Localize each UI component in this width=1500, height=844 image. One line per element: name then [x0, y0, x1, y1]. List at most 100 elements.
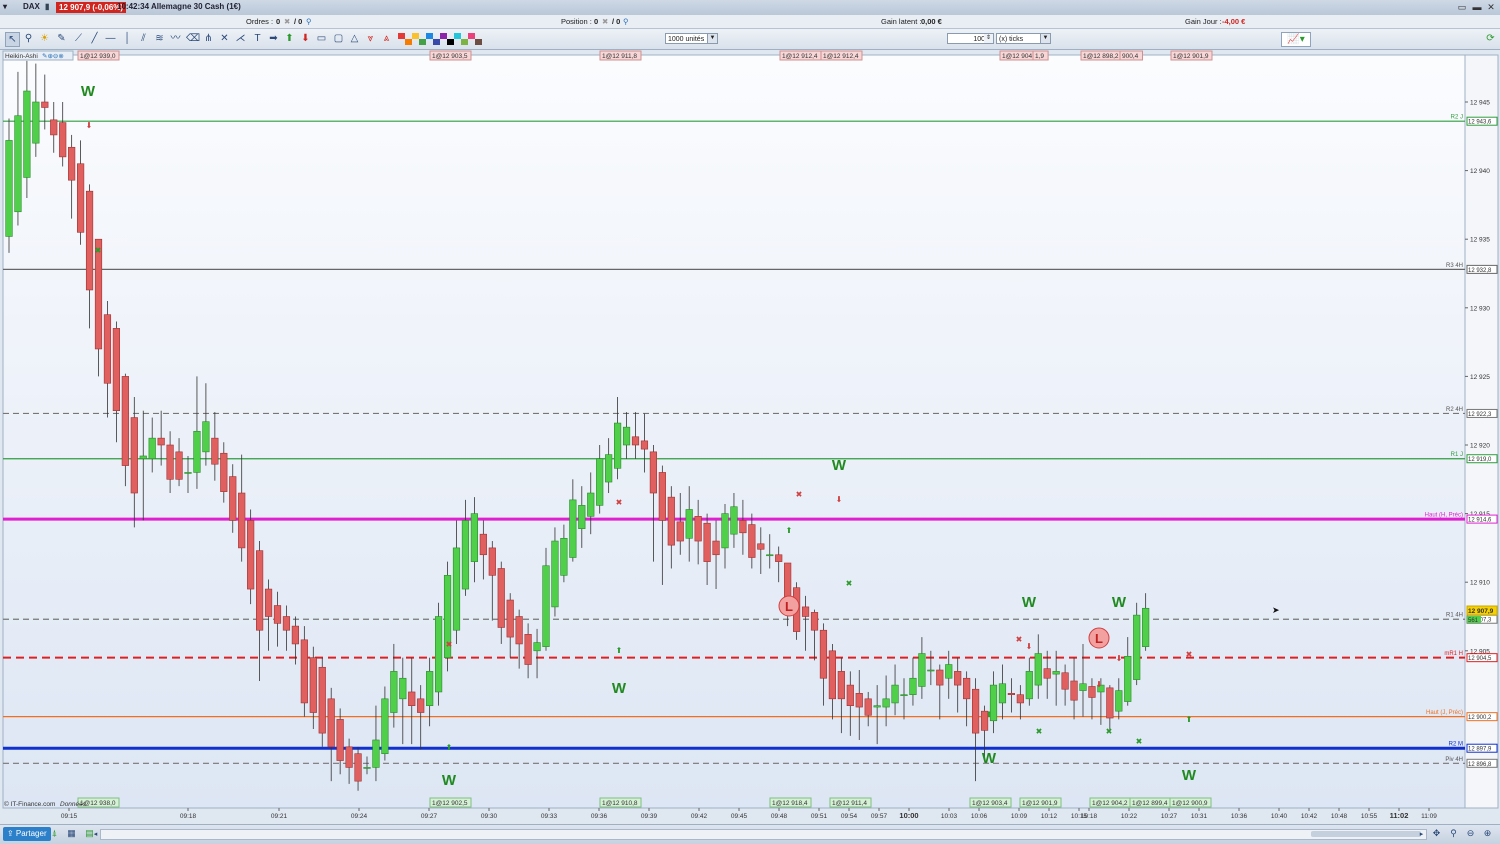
candle-up[interactable] [184, 472, 192, 474]
candle-down[interactable] [748, 524, 756, 558]
palette-swatch[interactable] [447, 39, 454, 45]
close-icon[interactable]: ✕ [1486, 2, 1496, 12]
sun-icon[interactable]: ☀ [38, 32, 51, 45]
candle-up[interactable] [569, 499, 577, 558]
candle-up[interactable] [766, 554, 774, 557]
candle-down[interactable] [1106, 687, 1114, 719]
candle-down[interactable] [327, 698, 335, 748]
zoom-in-icon[interactable]: ⊕ [1482, 828, 1493, 839]
zoom-icon[interactable]: ⚲ [22, 32, 35, 45]
candle-up[interactable] [560, 537, 568, 576]
candle-down[interactable] [50, 119, 58, 136]
pointer-icon[interactable]: ↖ [5, 32, 20, 47]
candle-down[interactable] [354, 753, 362, 782]
orders-search-icon[interactable]: ⚲ [306, 17, 312, 26]
wave-icon[interactable]: 〰 [169, 32, 182, 45]
candle-down[interactable] [247, 520, 255, 590]
candle-down[interactable] [846, 684, 854, 706]
candle-down[interactable] [220, 452, 228, 492]
candle-up[interactable] [202, 421, 210, 453]
chart-type-icon[interactable]: 📈▾ [1281, 32, 1311, 47]
candle-up[interactable] [882, 698, 890, 708]
scroll-right-icon[interactable]: ▸ [1416, 829, 1427, 840]
palette-swatch[interactable] [412, 33, 419, 39]
candle-down[interactable] [837, 671, 845, 700]
candle-down[interactable] [175, 451, 183, 480]
candle-up[interactable] [452, 547, 461, 631]
pencil-icon[interactable]: ✎ [55, 32, 68, 45]
candle-down[interactable] [238, 492, 246, 549]
candle-up[interactable] [927, 669, 935, 672]
maximize-icon[interactable]: ▬ [1472, 2, 1482, 12]
flag-icon[interactable]: ⩓ [380, 32, 393, 45]
candle-up[interactable] [587, 492, 595, 517]
candle-up[interactable] [139, 455, 147, 460]
candle-up[interactable] [1133, 614, 1141, 680]
candle-down[interactable] [819, 629, 828, 679]
candle-down[interactable] [855, 693, 863, 708]
candle-up[interactable] [1079, 683, 1087, 691]
candle-up[interactable] [434, 616, 443, 693]
ticks-unit-dropdown-icon[interactable]: ▼ [1040, 34, 1050, 43]
candle-down[interactable] [166, 444, 174, 480]
candle-down[interactable] [1070, 680, 1078, 701]
candle-down[interactable] [68, 146, 76, 181]
share-button[interactable]: ⇪ Partager [3, 827, 51, 841]
candle-up[interactable] [1025, 671, 1033, 700]
candle-down[interactable] [59, 122, 67, 158]
candle-down[interactable] [963, 677, 971, 700]
palette-swatch[interactable] [475, 39, 482, 45]
channel-icon[interactable]: ⫽ [137, 32, 150, 45]
candle-down[interactable] [336, 719, 344, 761]
candle-up[interactable] [533, 642, 541, 652]
candle-up[interactable] [363, 767, 371, 769]
candle-up[interactable] [613, 422, 622, 469]
arrow-up-icon[interactable]: ⬆ [283, 32, 296, 45]
candle-up[interactable] [372, 739, 380, 768]
position-search-icon[interactable]: ⚲ [623, 17, 629, 26]
candle-down[interactable] [936, 669, 944, 686]
candle-down[interactable] [112, 328, 120, 412]
arrow-down-icon[interactable]: ⬇ [299, 32, 312, 45]
candle-up[interactable] [551, 540, 559, 608]
candle-down[interactable] [1088, 686, 1096, 698]
candle-up[interactable] [14, 115, 22, 213]
palette-swatch[interactable] [440, 33, 447, 39]
candle-down[interactable] [282, 616, 291, 631]
units-select[interactable]: 1000 unités ▼ [665, 33, 718, 44]
candle-up[interactable] [470, 513, 479, 562]
candle-down[interactable] [631, 436, 640, 446]
candle-up[interactable] [193, 430, 201, 473]
candle-down[interactable] [309, 657, 317, 713]
pitchfork-icon[interactable]: ⋌ [234, 32, 247, 45]
candle-down[interactable] [864, 698, 872, 716]
candle-down[interactable] [103, 314, 112, 384]
candle-down[interactable] [121, 376, 129, 466]
candle-up[interactable] [596, 458, 604, 506]
candle-down[interactable] [157, 437, 165, 446]
palette-swatch[interactable] [405, 39, 412, 45]
palette-swatch[interactable] [468, 33, 475, 39]
candle-down[interactable] [1016, 694, 1024, 704]
orders-cancel-icon[interactable]: ✖ [284, 17, 290, 26]
candle-up[interactable] [891, 684, 899, 704]
ticks-stepper-icon[interactable]: ⇕ [984, 34, 993, 43]
instrument-short[interactable]: DAX [23, 2, 40, 11]
candle-down[interactable] [649, 451, 657, 494]
candle-down[interactable] [479, 533, 487, 556]
horizontal-line-icon[interactable]: — [104, 32, 117, 45]
candle-down[interactable] [273, 605, 282, 624]
layout-icon[interactable]: ▦ [66, 828, 77, 839]
palette-swatch[interactable] [433, 39, 440, 45]
palette-swatch[interactable] [454, 33, 461, 39]
candle-down[interactable] [739, 520, 747, 534]
rectangle-icon[interactable]: ▭ [315, 32, 328, 45]
candle-down[interactable] [229, 476, 237, 521]
candle-up[interactable] [381, 698, 389, 755]
candle-down[interactable] [1007, 693, 1015, 696]
ray-icon[interactable]: ╱ [88, 32, 101, 45]
trendline-icon[interactable]: ⟋ [72, 32, 85, 45]
restore-icon[interactable]: ▭ [1457, 2, 1467, 12]
zoom-out-icon[interactable]: ⊖ [1465, 828, 1476, 839]
palette-swatch[interactable] [461, 39, 468, 45]
